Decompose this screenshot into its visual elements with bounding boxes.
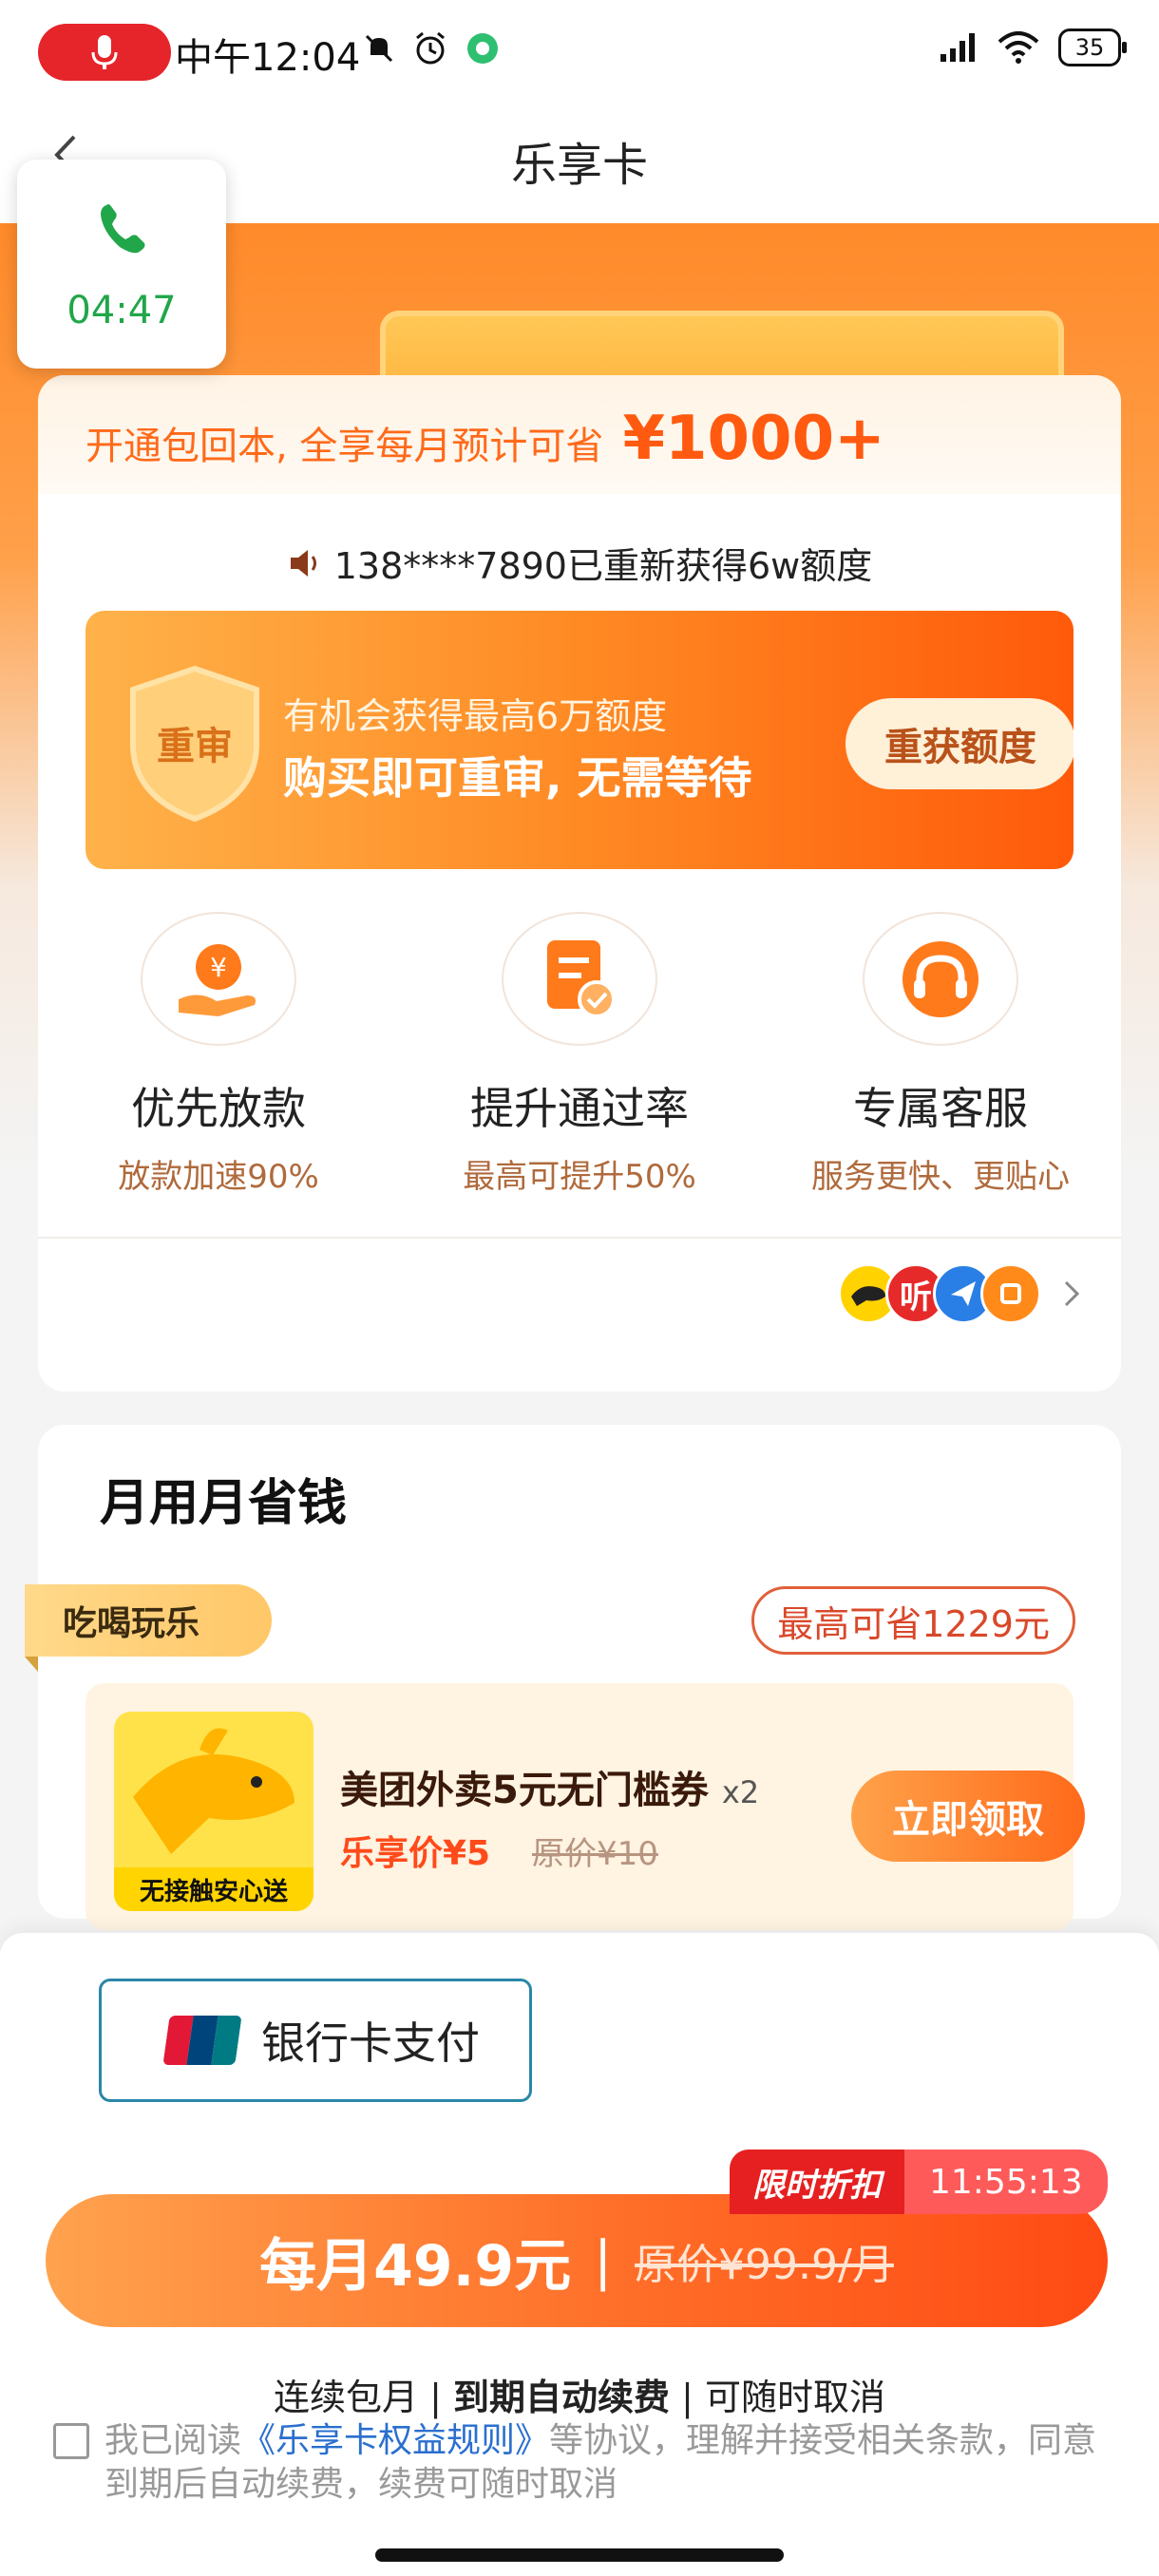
benefit-desc: 放款加速90% [118,1158,319,1196]
benefit-title: 优先放款 [131,1083,306,1134]
benefit-pass-rate[interactable]: 提升通过率 最高可提升50% [399,912,760,1197]
benefits-row: ¥ 优先放款 放款加速90% 提升通过率 最高可提升50% 专属客服 服务更快、… [38,912,1121,1197]
cta-price: 每月49.9元 [259,2232,572,2300]
coupon-price: 乐享价¥5 [340,1834,491,1873]
timer-label: 限时折扣 [730,2150,904,2214]
mic-indicator[interactable] [38,24,171,81]
status-time: 中午12:04 [175,36,361,80]
benefit-desc: 服务更快、更贴心 [811,1158,1070,1196]
app-notification-icon [467,33,498,64]
renew-auto: 到期自动续费 [452,2377,670,2418]
max-save-badge: 最高可省1229元 [751,1586,1075,1655]
svg-text:¥: ¥ [210,952,227,983]
tag-fold [25,1657,38,1672]
benefit-title: 提升通过率 [470,1083,689,1134]
save-summary: 开通包回本, 全享每月预计可省 ¥1000+ [86,404,885,474]
benefit-priority-loan[interactable]: ¥ 优先放款 放款加速90% [38,912,399,1197]
subscribe-button[interactable]: 每月49.9元 | 原价¥99.9/月 [46,2194,1108,2327]
call-bubble[interactable]: 04:47 [17,160,226,369]
unionpay-icon [162,2016,242,2065]
yuan-hand-icon: ¥ [141,912,296,1046]
coupon-title: 美团外卖5元无门槛券 x2 [340,1759,759,1814]
monthly-saving-card: 月用月省钱 吃喝玩乐 最高可省1229元 无接触安心送 美团外卖5元无门槛券 x… [25,1425,1121,1930]
section-title: 月用月省钱 [100,1475,348,1532]
signal-icon [940,33,975,62]
status-bar: 中午12:04 35 [0,0,1159,104]
headset-icon [863,912,1018,1046]
alarm-icon [416,31,445,65]
orange-app-icon [980,1263,1041,1324]
discount-timer: 限时折扣 11:55:13 [730,2150,1108,2214]
cta-original-price: 原价¥99.9/月 [635,2241,894,2289]
chevron-right-icon [1064,1280,1080,1307]
home-indicator[interactable] [375,2548,784,2562]
broadcast-notice: 138****7890已重新获得6w额度 [38,537,1121,589]
partner-logos[interactable]: 听 [838,1263,1083,1324]
save-text: 开通包回本, 全享每月预计可省 [86,425,604,468]
cta-separator: | [594,2229,613,2292]
wifi-icon [998,31,1039,64]
broadcast-text: 138****7890已重新获得6w额度 [333,545,873,587]
lexiang-card: 开通包回本, 全享每月预计可省 ¥1000+ 138****7890已重新获得6… [38,375,1121,1392]
shield-label: 重审 [157,725,233,768]
mic-icon [91,35,118,69]
agree-prefix: 我已阅读 [104,2421,242,2460]
pay-method-label: 银行卡支付 [261,2017,480,2069]
meituan-coupon-image: 无接触安心送 [114,1712,314,1911]
document-check-icon [502,912,657,1046]
re-review-banner[interactable]: 重审 有机会获得最高6万额度 购买即可重审, 无需等待 重获额度 [86,611,1074,869]
agreement-text: 我已阅读《乐享卡权益规则》等协议，理解并接受相关条款，同意到期后自动续费，续费可… [104,2419,1117,2507]
coupon-name: 美团外卖5元无门槛券 [340,1769,709,1812]
claim-coupon-button[interactable]: 立即领取 [851,1771,1085,1862]
banner-title: 购买即可重审, 无需等待 [283,752,752,804]
battery-icon: 35 [1058,28,1127,66]
divider [38,1237,1121,1239]
image-caption: 无接触安心送 [114,1867,314,1911]
renew-part: 连续包月 | [274,2377,453,2418]
purchase-sheet: 银行卡支付 限时折扣 11:55:13 每月49.9元 | 原价¥99.9/月 … [0,1933,1159,2576]
benefit-desc: 最高可提升50% [463,1158,696,1196]
regain-quota-button[interactable]: 重获额度 [846,698,1074,789]
mute-icon [365,34,393,63]
agree-checkbox[interactable] [53,2423,89,2459]
save-amount: ¥1000+ [622,404,885,474]
benefit-customer-service[interactable]: 专属客服 服务更快、更贴心 [760,912,1121,1197]
timer-countdown: 11:55:13 [904,2150,1108,2214]
agreement-row: 我已阅读《乐享卡权益规则》等协议，理解并接受相关条款，同意到期后自动续费，续费可… [53,2419,1117,2507]
benefit-title: 专属客服 [853,1083,1028,1134]
coupon-qty: x2 [721,1774,760,1810]
call-duration: 04:47 [66,289,177,332]
phone-icon [101,204,145,254]
category-tag: 吃喝玩乐 [25,1584,272,1657]
renew-part: | 可随时取消 [670,2377,885,2418]
speaker-icon [290,549,316,577]
card-header: 开通包回本, 全享每月预计可省 ¥1000+ [38,375,1121,494]
banner-subtitle: 有机会获得最高6万额度 [283,695,668,737]
coupon-original-price: 原价¥10 [532,1835,658,1873]
rules-link[interactable]: 《乐享卡权益规则》 [241,2421,549,2460]
bank-card-pay-button[interactable]: 银行卡支付 [99,1979,532,2102]
renew-note: 连续包月 | 到期自动续费 | 可随时取消 [0,2368,1159,2420]
coupon-item[interactable]: 无接触安心送 美团外卖5元无门槛券 x2 乐享价¥5 原价¥10 立即领取 [86,1683,1085,1930]
